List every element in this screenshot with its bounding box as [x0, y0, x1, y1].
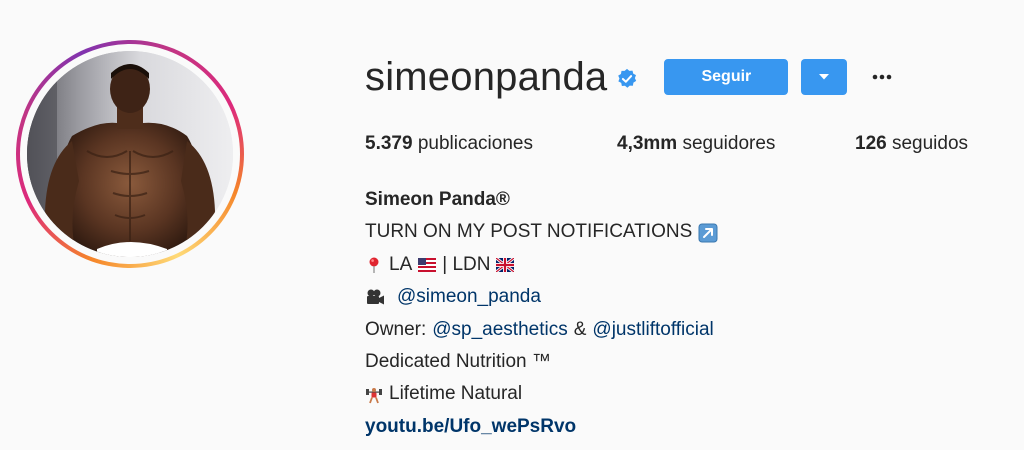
- followers-count: 4,3mm: [617, 133, 678, 154]
- following-stat[interactable]: 126 seguidos: [855, 131, 968, 157]
- full-name: Simeon Panda®: [365, 189, 510, 210]
- verified-badge-icon: [618, 68, 637, 88]
- bio-line-nutrition: Dedicated Nutrition ™: [365, 350, 551, 372]
- profile-stats: 5.379 publicaciones 4,3mm seguidores 126…: [365, 131, 968, 157]
- username: simeonpanda: [365, 55, 608, 99]
- avatar-image: [27, 51, 233, 257]
- caret-down-icon: [819, 74, 830, 80]
- suggestions-dropdown-button[interactable]: [801, 59, 848, 95]
- bio-location-la: LA: [389, 253, 413, 275]
- weightlifter-icon: [366, 387, 382, 403]
- avatar-ring-gap: [20, 44, 240, 264]
- arrow-up-right-icon: [698, 223, 718, 243]
- posts-label: publicaciones: [417, 133, 533, 154]
- ampersand: &: [573, 318, 587, 340]
- uk-flag-icon: [496, 257, 515, 272]
- followers-stat[interactable]: 4,3mm seguidores: [617, 131, 855, 157]
- bio-line-notifications: TURN ON MY POST NOTIFICATIONS: [365, 221, 693, 243]
- avatar-story-ring[interactable]: [16, 40, 244, 268]
- following-count: 126: [855, 133, 887, 154]
- avatar[interactable]: [27, 51, 233, 257]
- profile-header: simeonpanda Seguir: [365, 52, 895, 102]
- bio-location-ldn: | LDN: [442, 253, 491, 275]
- profile-bio: Simeon Panda® TURN ON MY POST NOTIFICATI…: [365, 184, 718, 443]
- more-options-button[interactable]: [869, 64, 895, 90]
- following-label: seguidos: [891, 133, 969, 154]
- pin-icon: [369, 257, 379, 273]
- mention-justliftofficial[interactable]: @justliftofficial: [592, 314, 713, 346]
- owner-label: Owner:: [365, 318, 427, 340]
- follow-button[interactable]: Seguir: [664, 59, 789, 95]
- website-link[interactable]: youtu.be/Ufo_wePsRvo: [365, 411, 576, 443]
- movie-camera-icon: [367, 289, 384, 305]
- more-dots-icon: [873, 74, 892, 80]
- bio-line-natural: Lifetime Natural: [389, 383, 523, 405]
- posts-stat: 5.379 publicaciones: [365, 131, 617, 157]
- posts-count: 5.379: [365, 133, 413, 154]
- mention-simeon-panda[interactable]: @simeon_panda: [397, 281, 541, 313]
- us-flag-icon: [418, 257, 437, 272]
- mention-sp-aesthetics[interactable]: @sp_aesthetics: [432, 314, 567, 346]
- followers-label: seguidores: [682, 133, 776, 154]
